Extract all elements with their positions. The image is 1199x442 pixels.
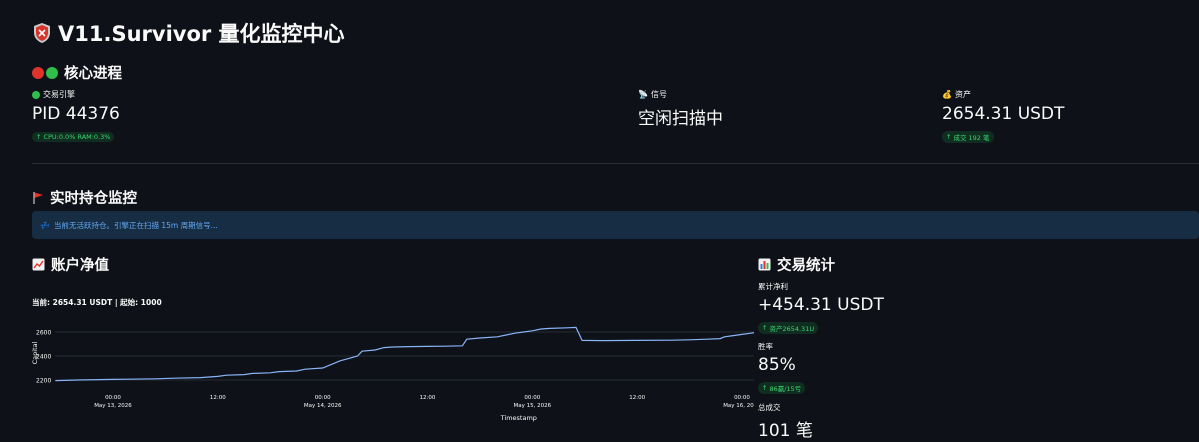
metric-engine-delta: ↑ CPU:0.0% RAM:0.3% bbox=[32, 132, 115, 142]
y-tick-label: 2600 bbox=[36, 330, 51, 337]
x-tick-label: 00:00 bbox=[105, 395, 121, 401]
arrow-up-icon: ↑ bbox=[762, 384, 768, 392]
stat-pnl-value: +454.31 USDT bbox=[758, 295, 884, 315]
metric-engine-label: 交易引擎 bbox=[32, 89, 120, 100]
metric-signal: 📡 信号 空闲扫描中 bbox=[638, 89, 723, 129]
x-tick-date-label: May 16, 2026 bbox=[723, 403, 754, 409]
x-tick-date-label: May 13, 2026 bbox=[94, 403, 132, 409]
arrow-up-icon: ↑ bbox=[762, 324, 768, 332]
divider bbox=[32, 163, 1199, 164]
metric-assets-value: 2654.31 USDT bbox=[942, 104, 1065, 124]
metric-engine: 交易引擎 PID 44376 ↑ CPU:0.0% RAM:0.3% bbox=[32, 89, 120, 143]
x-tick-label: 12:00 bbox=[210, 395, 226, 401]
core-section-title: 核心进程 bbox=[32, 62, 122, 83]
page-title: V11.Survivor 量化监控中心 bbox=[32, 18, 345, 48]
green-circle-icon bbox=[32, 90, 40, 99]
metric-assets-label: 💰 资产 bbox=[942, 90, 971, 99]
metric-signal-value: 空闲扫描中 bbox=[638, 109, 723, 129]
core-section-label: 核心进程 bbox=[64, 66, 122, 82]
stat-winrate-value: 85% bbox=[758, 355, 796, 375]
x-tick-label: 12:00 bbox=[420, 395, 436, 401]
stat-total-label: 总成交 bbox=[758, 403, 781, 412]
stat-pnl-label: 累计净利 bbox=[758, 282, 788, 291]
stat-total-value: 101 笔 bbox=[758, 421, 813, 441]
x-tick-label: 00:00 bbox=[734, 395, 750, 401]
equity-chart[interactable]: 22002400260000:00May 13, 202612:00 00:00M… bbox=[28, 318, 754, 428]
zzz-icon: 💤 bbox=[40, 220, 50, 230]
y-tick-label: 2200 bbox=[36, 378, 51, 385]
x-tick-label: 00:00 bbox=[524, 395, 540, 401]
shield-icon bbox=[34, 23, 50, 43]
red-flag-icon bbox=[33, 191, 43, 204]
x-axis-title: Timestamp bbox=[500, 414, 537, 422]
x-tick-label: 12:00 bbox=[629, 395, 645, 401]
metric-assets-delta: ↑ 成交 192 笔 bbox=[942, 131, 994, 143]
equity-series-line bbox=[55, 326, 754, 382]
arrow-up-icon: ↑ bbox=[946, 133, 952, 141]
chart-increasing-icon bbox=[32, 258, 45, 271]
metric-engine-value: PID 44376 bbox=[32, 104, 120, 124]
stat-winrate-label: 胜率 bbox=[758, 342, 773, 351]
stat-total: 总成交 101 笔 bbox=[758, 402, 813, 441]
stat-winrate-delta: ↑ 86赢/15亏 bbox=[758, 382, 806, 394]
stat-pnl: 累计净利 +454.31 USDT ↑ 资产2654.31U bbox=[758, 281, 884, 334]
stat-winrate: 胜率 85% ↑ 86赢/15亏 bbox=[758, 341, 806, 394]
money-bag-icon: 💰 bbox=[942, 90, 952, 99]
y-axis-title: Capital bbox=[31, 341, 39, 364]
equity-section-title: 账户净值 bbox=[32, 254, 109, 275]
red-circle-icon bbox=[32, 66, 44, 79]
metric-assets: 💰 资产 2654.31 USDT ↑ 成交 192 笔 bbox=[942, 89, 1064, 143]
stats-section-title: 交易统计 bbox=[758, 254, 835, 275]
x-tick-label: 00:00 bbox=[315, 395, 331, 401]
arrow-up-icon: ↑ bbox=[36, 133, 42, 141]
metric-signal-label: 📡 信号 bbox=[638, 90, 667, 99]
x-tick-date-label: May 15, 2026 bbox=[514, 403, 552, 409]
equity-chart-subtitle: 当前: 2654.31 USDT | 起始: 1000 bbox=[32, 298, 162, 307]
stat-pnl-delta: ↑ 资产2654.31U bbox=[758, 322, 819, 334]
satellite-icon: 📡 bbox=[638, 90, 648, 99]
x-tick-date-label: May 14, 2026 bbox=[304, 403, 342, 409]
positions-info-alert: 💤 当前无活跃持仓。引擎正在扫描 15m 周期信号... bbox=[32, 211, 1199, 239]
positions-info-text: 当前无活跃持仓。引擎正在扫描 15m 周期信号... bbox=[53, 220, 218, 230]
page-title-text: V11.Survivor 量化监控中心 bbox=[58, 22, 345, 46]
bar-chart-icon bbox=[758, 258, 771, 271]
positions-section-title: 实时持仓监控 bbox=[32, 187, 137, 208]
green-circle-icon bbox=[46, 66, 58, 79]
